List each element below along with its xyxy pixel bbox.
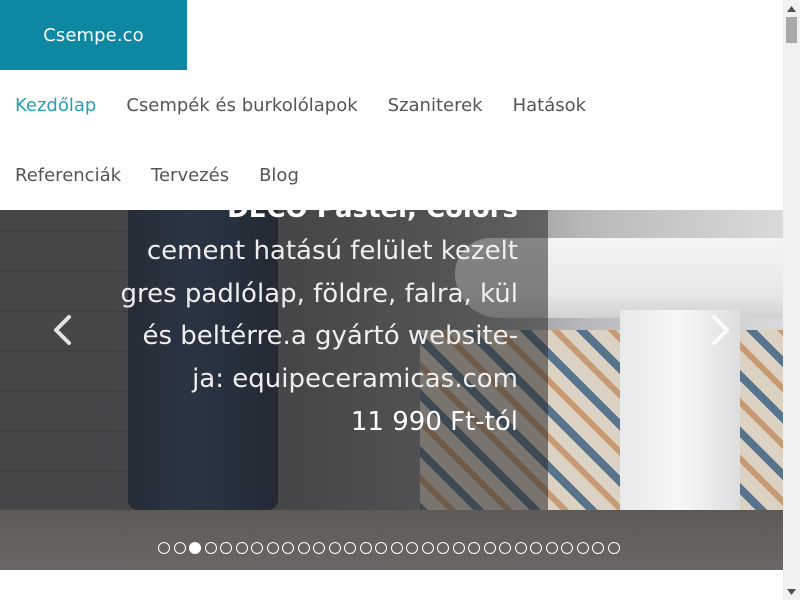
site-logo[interactable]: Csempe.co bbox=[0, 0, 187, 70]
slider-dot[interactable] bbox=[297, 542, 310, 554]
slider-dot[interactable] bbox=[375, 542, 387, 554]
nav-item-hatasok[interactable]: Hatások bbox=[498, 95, 601, 116]
nav-item-kezdolap[interactable]: Kezdőlap bbox=[0, 95, 111, 116]
nav-row-2: Referenciák Tervezés Blog bbox=[0, 140, 314, 210]
slider-dot[interactable] bbox=[530, 542, 542, 554]
slide-caption: DECO Pastel, Colors cement hatású felüle… bbox=[118, 210, 518, 442]
slider-dot[interactable] bbox=[561, 542, 573, 554]
slider-dot[interactable] bbox=[173, 542, 186, 554]
page-scrollbar[interactable] bbox=[783, 0, 800, 600]
scroll-up-button[interactable] bbox=[783, 0, 800, 17]
slider-dot[interactable] bbox=[220, 542, 232, 554]
slider-dot[interactable] bbox=[390, 542, 403, 554]
chevron-right-icon bbox=[712, 315, 729, 345]
caret-up-icon bbox=[787, 5, 796, 12]
slider-dot[interactable] bbox=[235, 542, 248, 554]
chevron-left-icon bbox=[54, 315, 71, 345]
slider-pagination bbox=[158, 542, 620, 554]
slider-dot[interactable] bbox=[421, 542, 434, 554]
slider-dot[interactable] bbox=[189, 542, 201, 554]
scroll-down-button[interactable] bbox=[783, 583, 800, 600]
slider-dot[interactable] bbox=[545, 542, 558, 554]
slider-dot[interactable] bbox=[251, 542, 263, 554]
scroll-thumb[interactable] bbox=[786, 17, 797, 43]
nav-item-tervezes[interactable]: Tervezés bbox=[136, 165, 244, 186]
slider-dot[interactable] bbox=[576, 542, 589, 554]
slider-dot[interactable] bbox=[359, 542, 372, 554]
slider-dot[interactable] bbox=[204, 542, 217, 554]
hero-slider: DECO Pastel, Colors cement hatású felüle… bbox=[0, 210, 783, 570]
slider-dot[interactable] bbox=[592, 542, 604, 554]
slider-dot[interactable] bbox=[406, 542, 418, 554]
nav-item-blog[interactable]: Blog bbox=[244, 165, 314, 186]
slider-dot[interactable] bbox=[499, 542, 511, 554]
slider-dot[interactable] bbox=[344, 542, 356, 554]
main-navigation: Kezdőlap Csempék és burkolólapok Szanite… bbox=[0, 70, 783, 210]
slider-dot[interactable] bbox=[483, 542, 496, 554]
slider-prev-button[interactable] bbox=[42, 310, 82, 350]
slider-dot[interactable] bbox=[437, 542, 449, 554]
nav-item-szaniterek[interactable]: Szaniterek bbox=[373, 95, 498, 116]
slider-dot[interactable] bbox=[158, 542, 170, 554]
slide-title[interactable]: DECO Pastel, Colors bbox=[118, 210, 518, 226]
slider-dot[interactable] bbox=[514, 542, 527, 554]
slide-description: cement hatású felület kezelt gres padlól… bbox=[120, 236, 518, 394]
slider-dot[interactable] bbox=[328, 542, 341, 554]
caret-down-icon bbox=[787, 588, 796, 595]
slider-dot[interactable] bbox=[452, 542, 465, 554]
slider-dot[interactable] bbox=[468, 542, 480, 554]
slider-dot[interactable] bbox=[282, 542, 294, 554]
slider-next-button[interactable] bbox=[701, 310, 741, 350]
slider-dot[interactable] bbox=[313, 542, 325, 554]
slide-image-floor bbox=[0, 510, 783, 570]
slider-dot[interactable] bbox=[266, 542, 279, 554]
nav-item-csempek[interactable]: Csempék és burkolólapok bbox=[111, 95, 372, 116]
slider-dot[interactable] bbox=[607, 542, 620, 554]
nav-row-1: Kezdőlap Csempék és burkolólapok Szanite… bbox=[0, 70, 601, 140]
nav-item-referenciak[interactable]: Referenciák bbox=[0, 165, 136, 186]
slide-price: 11 990 Ft-tól bbox=[350, 407, 518, 437]
